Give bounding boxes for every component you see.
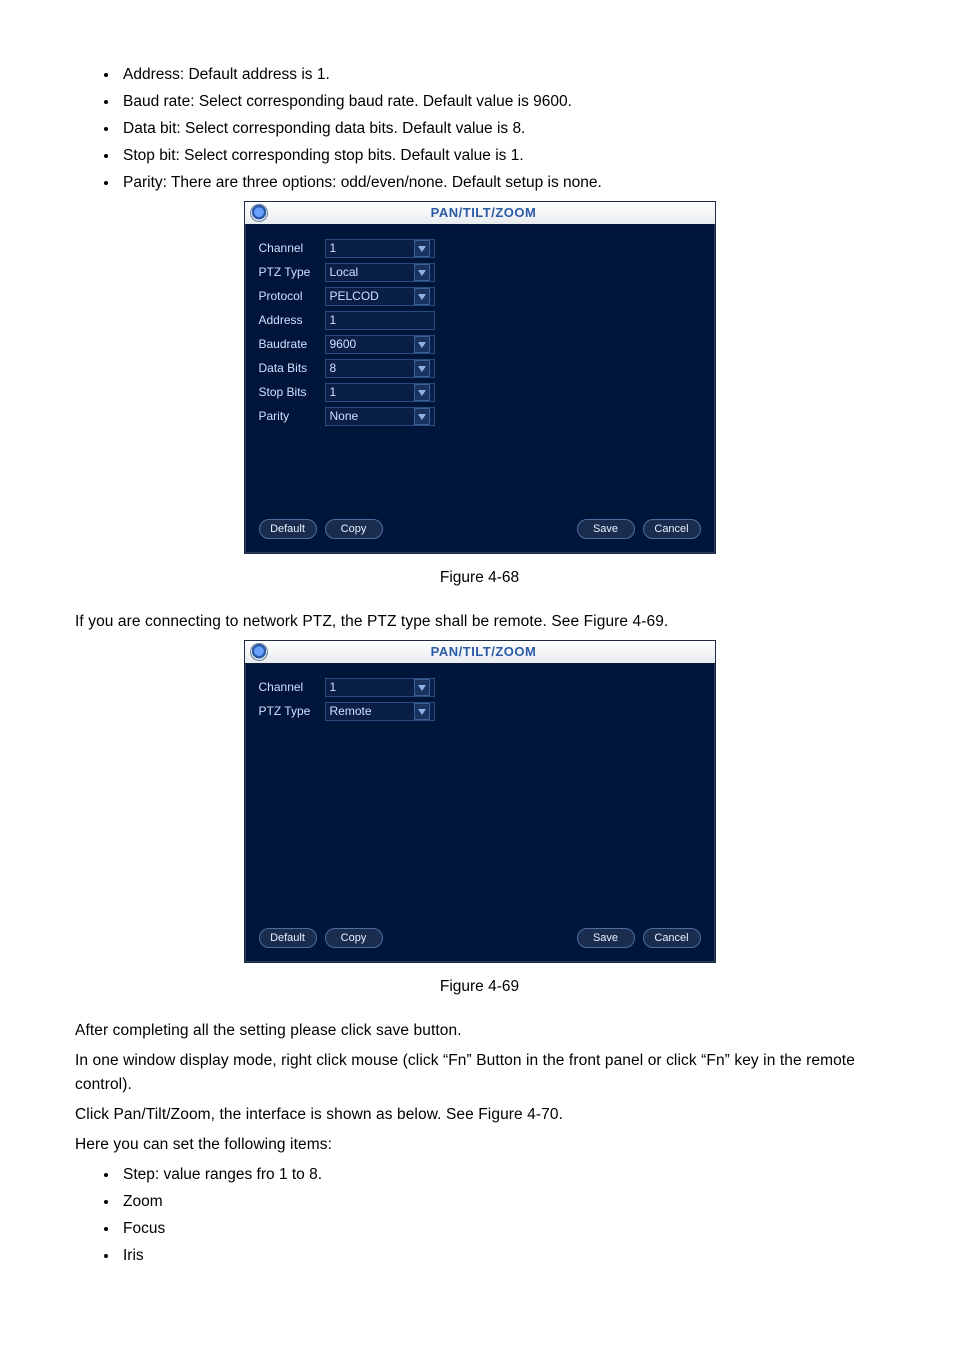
- bottom-bullet-list: Step: value ranges fro 1 to 8. Zoom Focu…: [75, 1163, 884, 1268]
- figure-caption-1: Figure 4-68: [75, 566, 884, 590]
- cancel-button[interactable]: Cancel: [643, 928, 701, 948]
- ptz-dialog-local: PAN/TILT/ZOOM Channel 1 PTZ Type Local P…: [244, 201, 716, 554]
- channel-select[interactable]: 1: [325, 239, 435, 258]
- chevron-down-icon: [414, 679, 430, 696]
- default-button[interactable]: Default: [259, 928, 317, 948]
- paragraph: After completing all the setting please …: [75, 1019, 884, 1043]
- dialog-footer: Default Copy Save Cancel: [245, 513, 715, 553]
- list-item: Stop bit: Select corresponding stop bits…: [119, 144, 884, 168]
- chevron-down-icon: [414, 384, 430, 401]
- stopbits-select[interactable]: 1: [325, 383, 435, 402]
- save-button[interactable]: Save: [577, 928, 635, 948]
- list-item: Baud rate: Select corresponding baud rat…: [119, 90, 884, 114]
- chevron-down-icon: [414, 360, 430, 377]
- dialog-body: Channel 1 PTZ Type Remote: [245, 664, 715, 922]
- paragraph: In one window display mode, right click …: [75, 1049, 884, 1097]
- protocol-label: Protocol: [259, 287, 325, 306]
- ptztype-label: PTZ Type: [259, 702, 325, 721]
- address-field[interactable]: 1: [325, 311, 435, 330]
- channel-label: Channel: [259, 239, 325, 258]
- copy-button[interactable]: Copy: [325, 928, 383, 948]
- save-button[interactable]: Save: [577, 519, 635, 539]
- ptztype-select[interactable]: Remote: [325, 702, 435, 721]
- dialog-body: Channel 1 PTZ Type Local Protocol PELCOD: [245, 225, 715, 513]
- dialog-title-text: PAN/TILT/ZOOM: [273, 642, 715, 662]
- copy-button[interactable]: Copy: [325, 519, 383, 539]
- mid-paragraph: If you are connecting to network PTZ, th…: [75, 610, 884, 634]
- paragraph: Here you can set the following items:: [75, 1133, 884, 1157]
- list-item: Focus: [119, 1217, 884, 1241]
- stopbits-label: Stop Bits: [259, 383, 325, 402]
- chevron-down-icon: [414, 336, 430, 353]
- parity-label: Parity: [259, 407, 325, 426]
- databits-select[interactable]: 8: [325, 359, 435, 378]
- chevron-down-icon: [414, 288, 430, 305]
- cancel-button[interactable]: Cancel: [643, 519, 701, 539]
- list-item: Zoom: [119, 1190, 884, 1214]
- ptztype-label: PTZ Type: [259, 263, 325, 282]
- list-item: Parity: There are three options: odd/eve…: [119, 171, 884, 195]
- channel-label: Channel: [259, 678, 325, 697]
- address-label: Address: [259, 311, 325, 330]
- ptz-icon: [250, 643, 268, 661]
- channel-select[interactable]: 1: [325, 678, 435, 697]
- default-button[interactable]: Default: [259, 519, 317, 539]
- dialog-footer: Default Copy Save Cancel: [245, 922, 715, 962]
- list-item: Step: value ranges fro 1 to 8.: [119, 1163, 884, 1187]
- chevron-down-icon: [414, 264, 430, 281]
- paragraph: Click Pan/Tilt/Zoom, the interface is sh…: [75, 1103, 884, 1127]
- list-item: Address: Default address is 1.: [119, 63, 884, 87]
- list-item: Iris: [119, 1244, 884, 1268]
- dialog-title-text: PAN/TILT/ZOOM: [273, 203, 715, 223]
- parity-select[interactable]: None: [325, 407, 435, 426]
- document-page: Address: Default address is 1. Baud rate…: [0, 0, 954, 1350]
- dialog-titlebar: PAN/TILT/ZOOM: [245, 641, 715, 664]
- chevron-down-icon: [414, 408, 430, 425]
- top-bullet-list: Address: Default address is 1. Baud rate…: [75, 63, 884, 195]
- baudrate-label: Baudrate: [259, 335, 325, 354]
- figure-caption-2: Figure 4-69: [75, 975, 884, 999]
- ptztype-select[interactable]: Local: [325, 263, 435, 282]
- databits-label: Data Bits: [259, 359, 325, 378]
- dialog-titlebar: PAN/TILT/ZOOM: [245, 202, 715, 225]
- protocol-select[interactable]: PELCOD: [325, 287, 435, 306]
- ptz-icon: [250, 204, 268, 222]
- ptz-dialog-remote: PAN/TILT/ZOOM Channel 1 PTZ Type Remote …: [244, 640, 716, 963]
- chevron-down-icon: [414, 703, 430, 720]
- baudrate-select[interactable]: 9600: [325, 335, 435, 354]
- list-item: Data bit: Select corresponding data bits…: [119, 117, 884, 141]
- chevron-down-icon: [414, 240, 430, 257]
